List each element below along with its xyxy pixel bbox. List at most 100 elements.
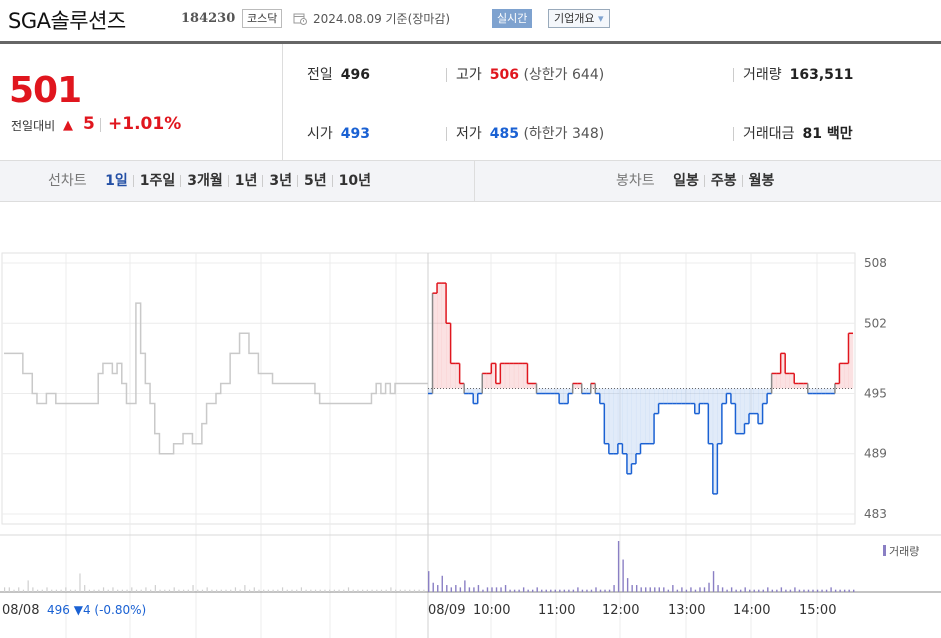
x-tick-label: 12:00 — [602, 603, 639, 618]
volume-bar — [518, 589, 520, 592]
volume-bar — [672, 585, 674, 592]
company-overview-button[interactable]: 기업개요 ▾ — [548, 9, 610, 28]
volume-bar — [703, 587, 706, 592]
period-1d[interactable]: 1일 — [99, 161, 134, 201]
volume-bar — [853, 589, 855, 592]
period-bar: 선차트 1일 1주일 3개월 1년 3년 5년 10년 봉차트 일봉 주봉 월봉 — [0, 160, 941, 202]
volume-bar — [347, 587, 350, 592]
today-area — [676, 388, 682, 404]
current-price: 501 — [9, 70, 82, 111]
today-area — [672, 388, 677, 404]
info-separator — [733, 127, 734, 141]
volume-bar — [708, 582, 710, 592]
volume-bar — [785, 589, 787, 592]
volume-bar — [735, 589, 737, 592]
volume-bar — [380, 589, 383, 592]
volume-bar — [450, 587, 453, 592]
volume-bar — [446, 585, 448, 592]
info-separator — [446, 127, 447, 141]
volume-bar — [839, 589, 841, 592]
period-1w[interactable]: 1주일 — [132, 161, 182, 201]
volume-bar — [554, 589, 556, 592]
today-area — [699, 388, 705, 404]
prev-day-summary: 496 ▼4 (-0.80%) — [47, 603, 146, 617]
candle-weekly[interactable]: 주봉 — [703, 161, 743, 201]
volume-bar — [46, 587, 48, 592]
candle-daily[interactable]: 일봉 — [667, 161, 705, 201]
volume-bar — [390, 587, 392, 592]
volume-bar — [41, 589, 43, 592]
x-tick-label: 13:00 — [668, 603, 705, 618]
volume-bar — [296, 589, 298, 592]
volume-bar — [145, 587, 147, 592]
volume-bar — [563, 589, 566, 592]
volume-bar — [622, 559, 624, 592]
change-percent: +1.01% — [108, 114, 182, 134]
volume-bar — [531, 589, 534, 592]
volume-bar — [18, 587, 20, 592]
volume-bar — [22, 589, 25, 592]
volume-bar — [362, 589, 364, 592]
calendar-clock-icon — [293, 13, 307, 25]
volume-bar — [404, 589, 406, 592]
volume-bar — [8, 587, 10, 592]
volume-bar — [798, 589, 801, 592]
y-tick-label: 483 — [864, 507, 887, 521]
today-area — [509, 363, 515, 389]
y-tick-label: 489 — [864, 447, 887, 461]
open-label: 시가 — [307, 126, 333, 142]
volume-bar — [568, 589, 570, 592]
realtime-button[interactable]: 실시간 — [492, 9, 533, 28]
volume-bar — [187, 589, 189, 592]
today-area — [495, 383, 501, 389]
period-3y[interactable]: 3년 — [262, 161, 298, 201]
volume-bar — [338, 589, 340, 592]
volume-bar — [98, 589, 100, 592]
period-5y[interactable]: 5년 — [297, 161, 333, 201]
price-info-table: 전일 496 고가 506 (상한가 644) 거래량 163,511 시가 493 저… — [283, 44, 941, 160]
volume-bar — [371, 589, 373, 592]
volume-bar — [649, 587, 651, 592]
volume-bar — [343, 589, 345, 592]
volume-bar — [69, 589, 72, 592]
today-area — [726, 388, 732, 394]
open-value: 493 — [340, 126, 370, 142]
today-area — [816, 388, 822, 394]
volume-bar — [201, 589, 204, 592]
intraday-chart[interactable]: 508 502 495 489 483 거래량 08/09 10:00 11:00 12:00 13… — [0, 202, 941, 638]
period-10y[interactable]: 10년 — [331, 161, 377, 201]
volume-bar — [51, 589, 53, 592]
volume-bar — [604, 589, 606, 592]
today-area — [541, 388, 546, 394]
x-tick-label: 10:00 — [473, 603, 510, 618]
volume-bar — [464, 580, 466, 592]
volume-bar — [281, 587, 284, 592]
volume-bar — [413, 589, 416, 592]
volume-bar — [495, 587, 498, 592]
dropdown-arrow-icon: ▾ — [597, 12, 604, 25]
period-3m[interactable]: 3개월 — [180, 161, 229, 201]
volume-bar — [183, 589, 185, 592]
volume-legend-swatch — [883, 545, 886, 556]
volume-bar — [541, 589, 543, 592]
period-1y[interactable]: 1년 — [227, 161, 264, 201]
volume-bar — [319, 589, 321, 592]
trade-amount: 거래대금 81 백만 — [743, 123, 853, 143]
chart-labels: 508 502 495 489 483 거래량 08/09 10:00 11:00 12:00 13… — [2, 256, 919, 618]
volume-bar — [267, 589, 270, 592]
volume-bar — [654, 587, 656, 592]
volume-bar — [239, 589, 241, 592]
volume-bar — [717, 585, 719, 592]
today-area — [681, 388, 687, 404]
volume-bar — [486, 587, 489, 592]
volume-bar — [577, 587, 579, 592]
volume-bar — [79, 573, 81, 592]
y-tick-label: 495 — [864, 387, 887, 401]
volume-bar — [491, 587, 493, 592]
volume-bar — [366, 589, 368, 592]
candle-monthly[interactable]: 월봉 — [741, 161, 781, 201]
volume-bar — [617, 541, 620, 592]
volume-bar — [291, 589, 293, 592]
volume-bar — [545, 589, 547, 592]
volume-bar — [154, 585, 156, 592]
